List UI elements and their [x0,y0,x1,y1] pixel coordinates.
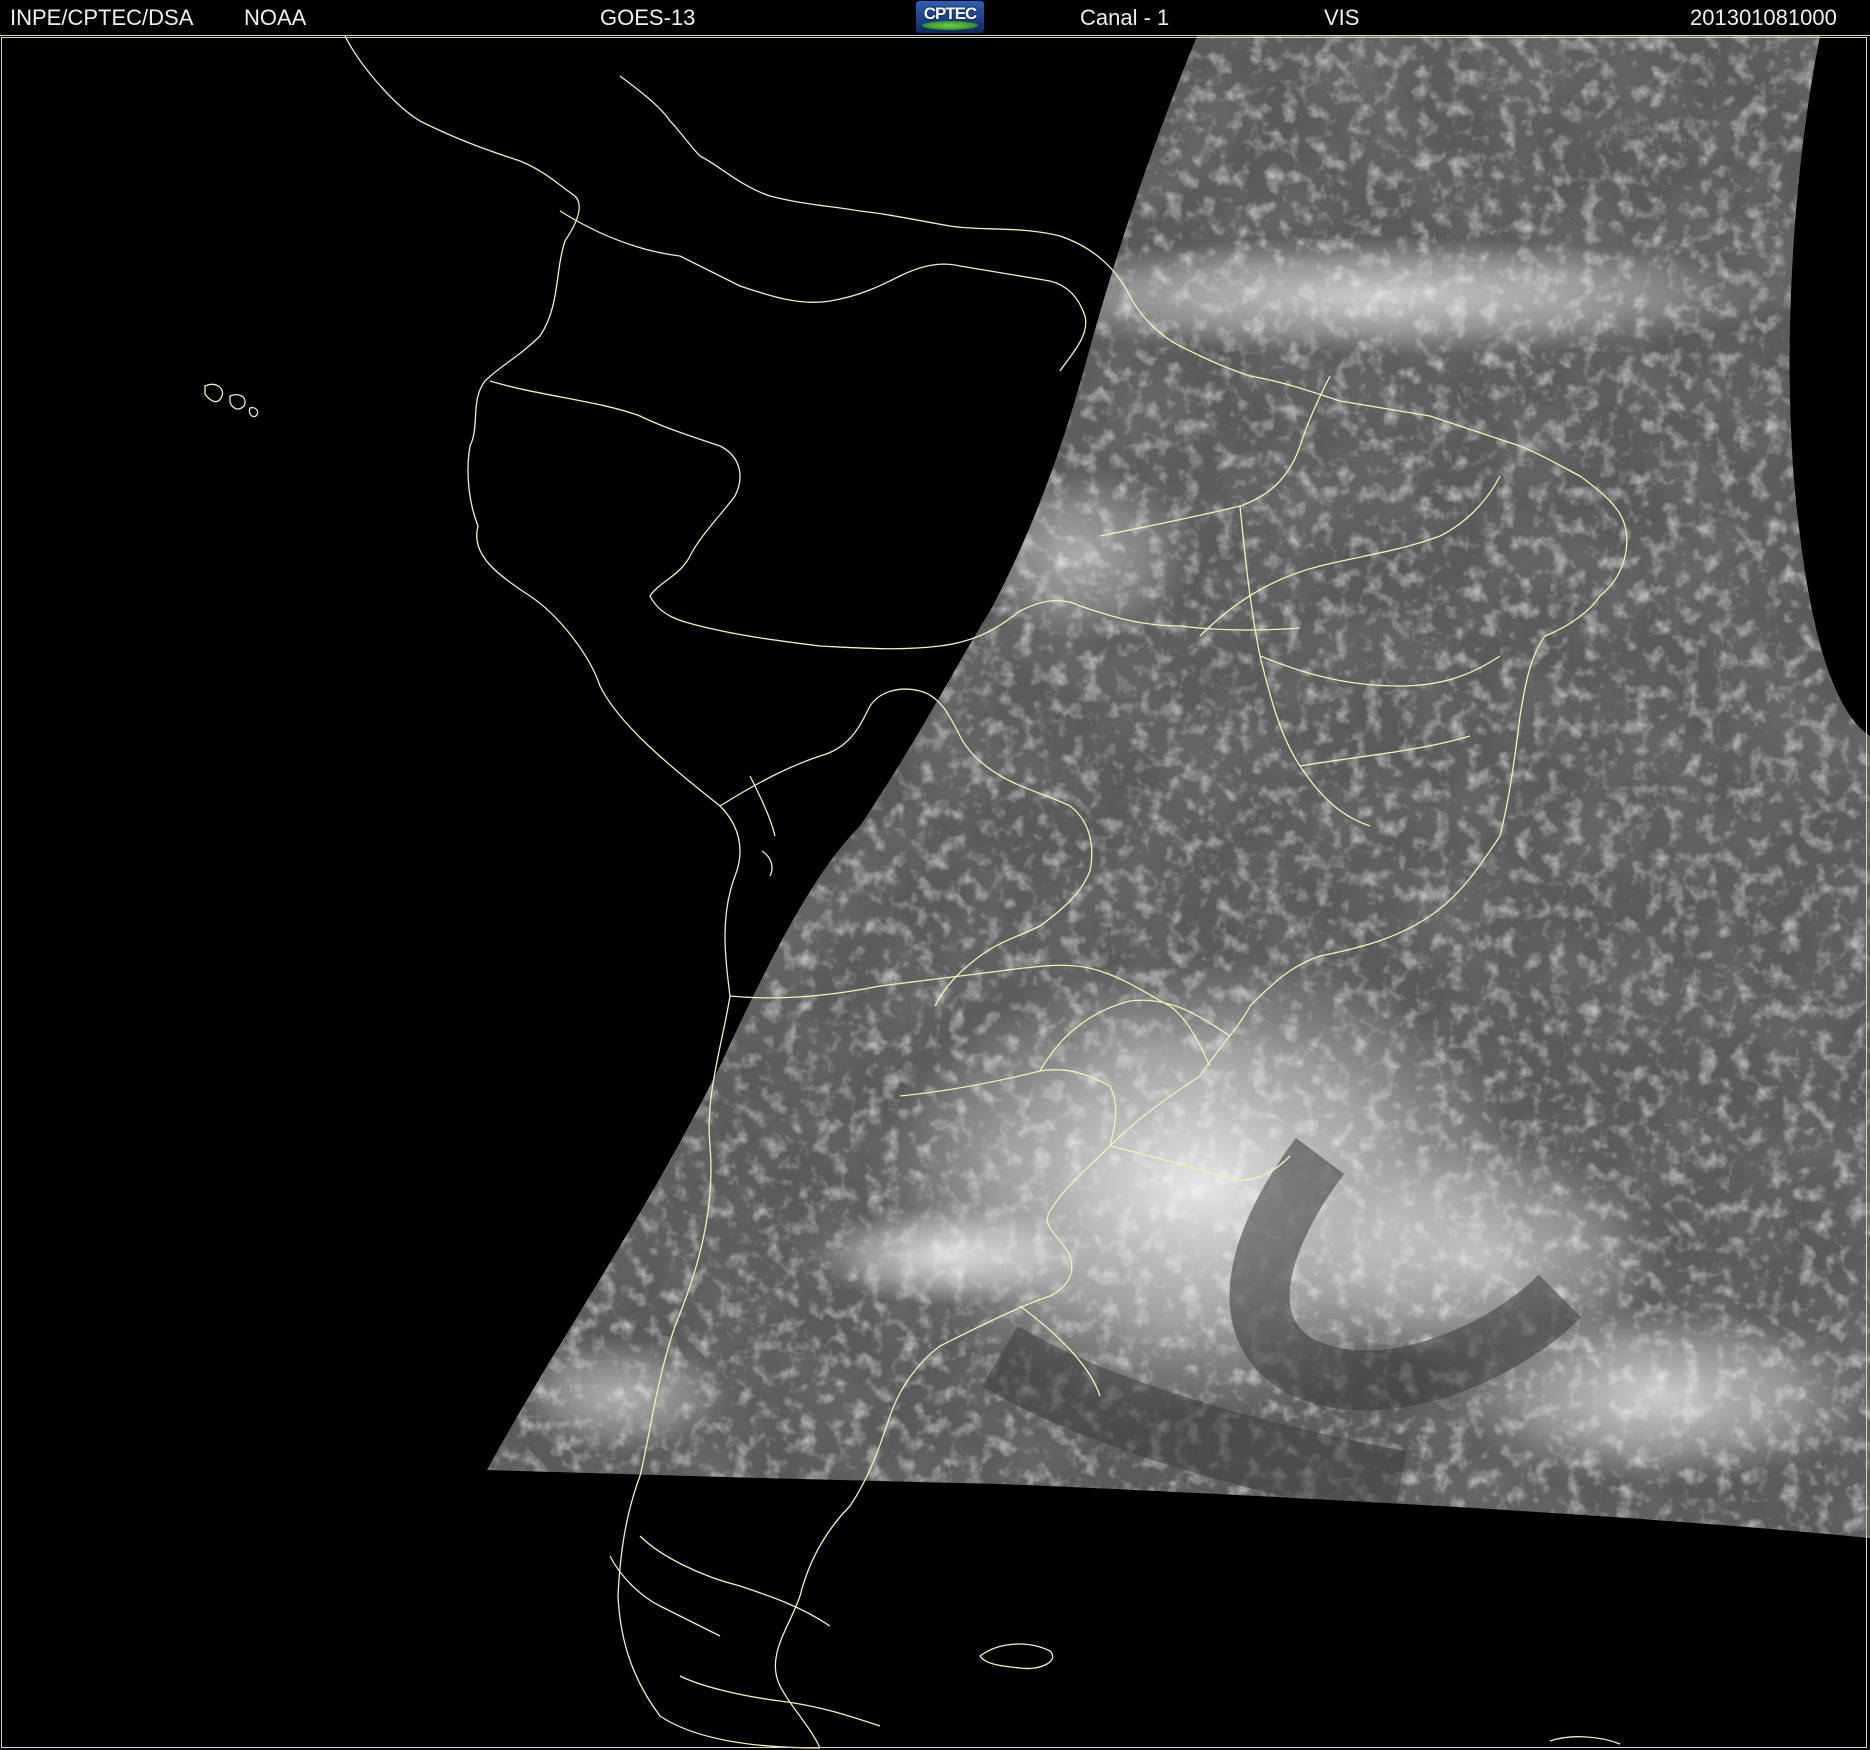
satellite-label: GOES-13 [600,5,696,30]
timestamp-label: 201301081000 [1690,5,1837,30]
cptec-logo-icon: CPTEC [916,1,984,33]
agency-label: NOAA [244,5,307,30]
image-header: INPE/CPTEC/DSA NOAA GOES-13 CPTEC Canal … [0,0,1870,36]
channel-label: Canal - 1 [1080,5,1170,30]
satellite-image-map [0,36,1870,1750]
band-label: VIS [1324,5,1360,30]
institution-label: INPE/CPTEC/DSA [10,5,194,30]
